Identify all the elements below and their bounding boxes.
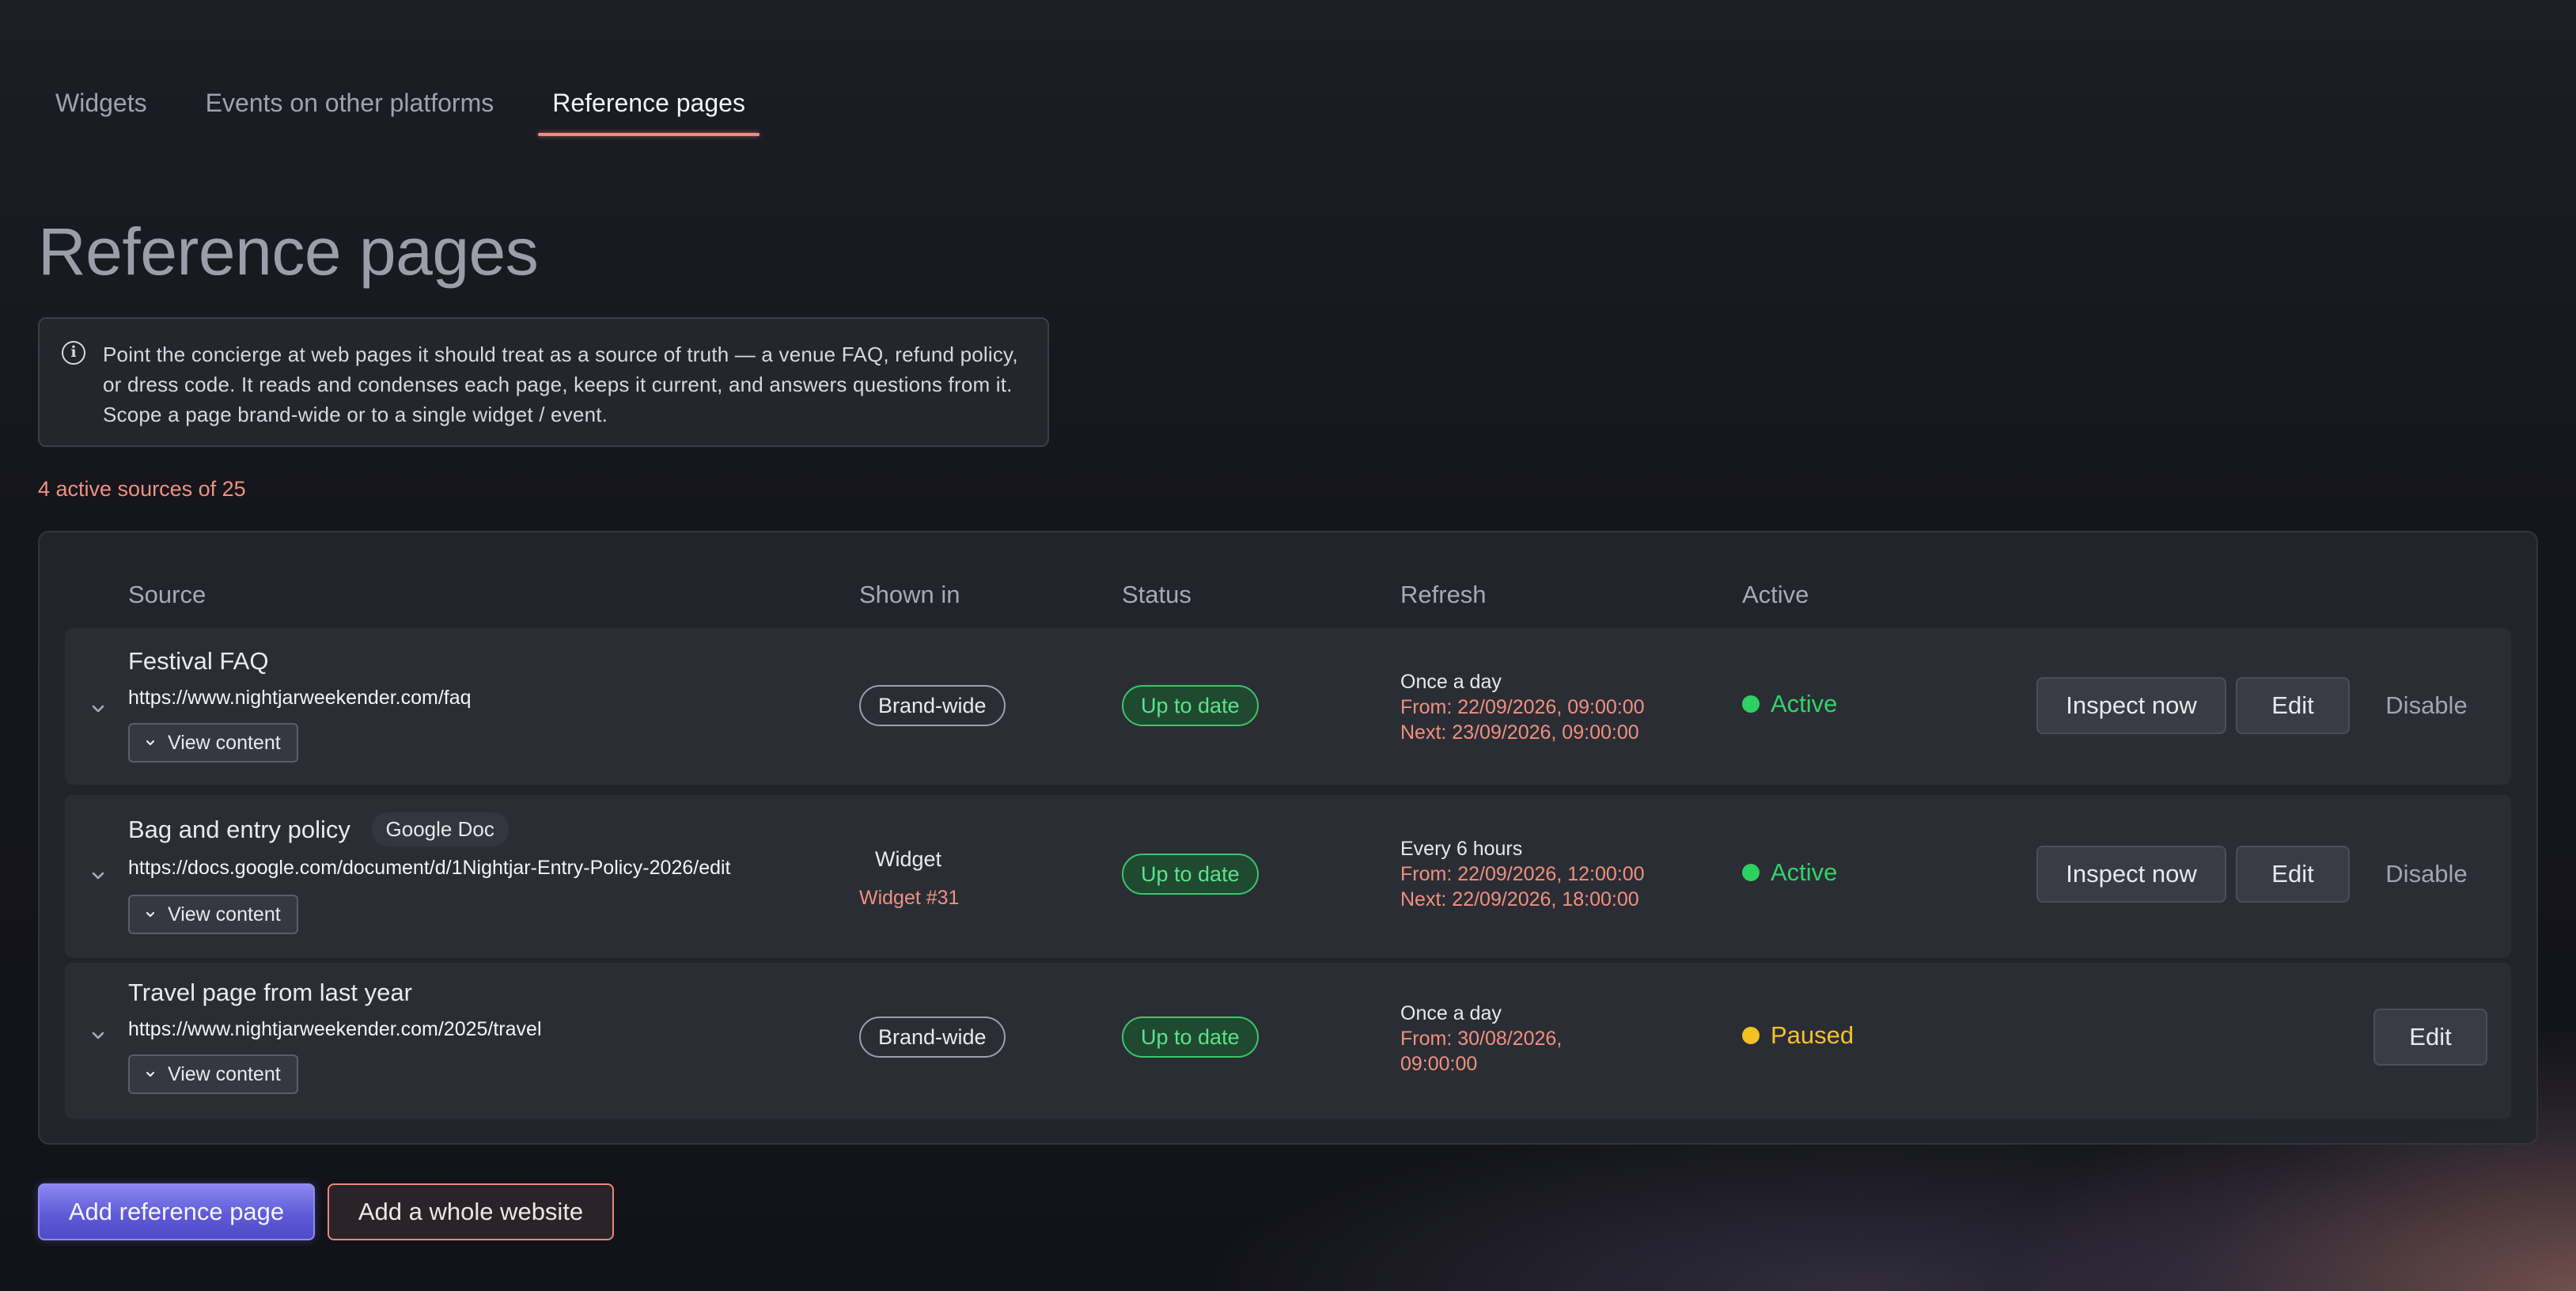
refresh-from: From: 22/09/2026, 09:00:00 (1400, 696, 1645, 718)
source-title-text: Bag and entry policy (128, 816, 350, 843)
shown-in-widget-id: Widget #31 (859, 887, 960, 909)
column-header-active: Active (1742, 581, 1809, 608)
table-row: Travel page from last year https://www.n… (65, 963, 2511, 1119)
shown-in-label: Widget (875, 847, 942, 871)
source-title: Festival FAQ (128, 647, 269, 675)
refresh-from: From: 30/08/2026, (1400, 1028, 1563, 1050)
active-status-label: Active (1771, 858, 1838, 886)
column-header-status: Status (1122, 581, 1191, 608)
active-status: Active (1742, 690, 1837, 718)
view-content-label: View content (168, 1062, 281, 1085)
column-header-refresh: Refresh (1400, 581, 1487, 608)
info-icon: i (62, 341, 85, 365)
page-title: Reference pages (38, 214, 539, 289)
refresh-schedule: Every 6 hours From: 22/09/2026, 12:00:00… (1400, 836, 1645, 912)
refresh-next: Next: 23/09/2026, 09:00:00 (1400, 721, 1639, 744)
tab-bar: Widgets Events on other platforms Refere… (38, 76, 786, 141)
status-badge: Up to date (1122, 854, 1259, 895)
table-row: Festival FAQ https://www.nightjarweekend… (65, 628, 2511, 785)
inspect-now-button[interactable]: Inspect now (2036, 846, 2226, 903)
refresh-schedule: Once a day From: 30/08/2026, 09:00:00 (1400, 1001, 1562, 1077)
view-content-button[interactable]: View content (128, 723, 298, 763)
chevron-down-icon[interactable] (89, 866, 108, 885)
view-content-label: View content (168, 731, 281, 754)
chevron-down-icon (146, 911, 155, 918)
disable-button[interactable]: Disable (2364, 846, 2489, 903)
active-sources-count: 4 active sources of 25 (38, 477, 246, 501)
refresh-from-time: 09:00:00 (1400, 1053, 1478, 1075)
tab-widgets[interactable]: Widgets (38, 76, 165, 128)
tab-events-on-other-platforms[interactable]: Events on other platforms (188, 76, 512, 128)
status-badge: Up to date (1122, 685, 1259, 726)
shown-in-badge: Brand-wide (859, 685, 1006, 726)
status-dot-icon (1742, 695, 1760, 713)
view-content-button[interactable]: View content (128, 1054, 298, 1094)
edit-button[interactable]: Edit (2236, 846, 2350, 903)
edit-button[interactable]: Edit (2236, 677, 2350, 734)
refresh-schedule: Once a day From: 22/09/2026, 09:00:00 Ne… (1400, 669, 1645, 745)
info-text: Point the concierge at web pages it shou… (103, 343, 1018, 426)
view-content-button[interactable]: View content (128, 895, 298, 934)
active-status-label: Paused (1771, 1021, 1854, 1049)
source-url: https://docs.google.com/document/d/1Nigh… (128, 857, 731, 879)
edit-button[interactable]: Edit (2373, 1009, 2487, 1066)
disable-button[interactable]: Disable (2364, 677, 2489, 734)
source-url: https://www.nightjarweekender.com/faq (128, 687, 472, 709)
refresh-frequency: Once a day (1400, 1002, 1502, 1024)
reference-pages-table: Source Shown in Status Refresh Active Fe… (38, 531, 2538, 1145)
chevron-down-icon (146, 1071, 155, 1077)
active-status-label: Active (1771, 690, 1838, 717)
refresh-from: From: 22/09/2026, 12:00:00 (1400, 863, 1645, 885)
shown-in-badge: Brand-wide (859, 1017, 1006, 1058)
chevron-down-icon (146, 740, 155, 746)
status-dot-icon (1742, 1027, 1760, 1044)
column-header-source: Source (128, 581, 206, 608)
chevron-down-icon[interactable] (89, 699, 108, 718)
inspect-now-button[interactable]: Inspect now (2036, 677, 2226, 734)
source-title: Bag and entry policy Google Doc (128, 812, 509, 846)
refresh-next: Next: 22/09/2026, 18:00:00 (1400, 888, 1639, 911)
google-doc-badge: Google Doc (371, 812, 509, 846)
add-reference-page-button[interactable]: Add reference page (38, 1183, 315, 1240)
info-box: i Point the concierge at web pages it sh… (38, 317, 1049, 447)
refresh-frequency: Once a day (1400, 671, 1502, 693)
status-dot-icon (1742, 864, 1760, 881)
refresh-frequency: Every 6 hours (1400, 838, 1523, 860)
view-content-label: View content (168, 903, 281, 926)
chevron-down-icon[interactable] (89, 1026, 108, 1045)
add-whole-website-button[interactable]: Add a whole website (328, 1183, 614, 1240)
source-url: https://www.nightjarweekender.com/2025/t… (128, 1018, 542, 1040)
column-header-shown-in: Shown in (859, 581, 960, 608)
table-row: Bag and entry policy Google Doc https://… (65, 795, 2511, 958)
tab-reference-pages[interactable]: Reference pages (535, 76, 763, 136)
active-status: Paused (1742, 1021, 1854, 1050)
status-badge: Up to date (1122, 1017, 1259, 1058)
active-status: Active (1742, 858, 1837, 887)
source-title: Travel page from last year (128, 979, 412, 1006)
